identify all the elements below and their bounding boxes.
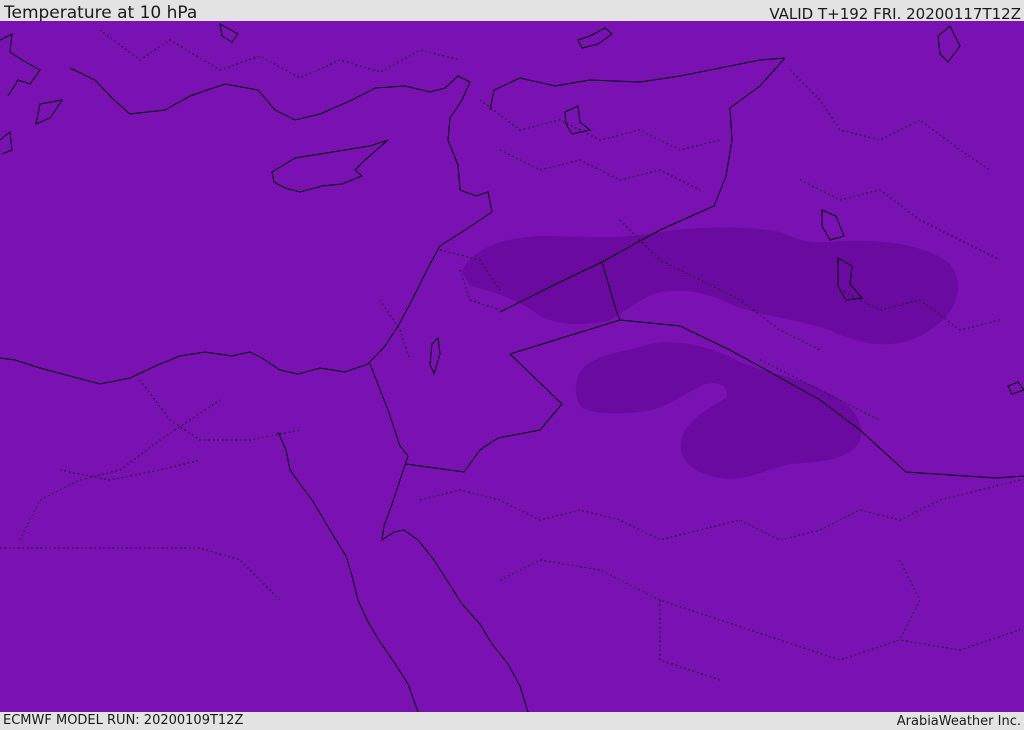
coastline-red-sea-east xyxy=(381,455,529,712)
lake-van xyxy=(564,105,592,135)
cold-region-south xyxy=(575,342,862,479)
model-run-label: ECMWF MODEL RUN: 20200109T12Z xyxy=(3,713,244,728)
map-title: Temperature at 10 hPa xyxy=(4,3,198,23)
internal-borders-turkey xyxy=(99,29,721,191)
coastline-turkey xyxy=(69,67,493,213)
credit-label: ArabiaWeather Inc. xyxy=(896,714,1021,729)
border-sinai xyxy=(369,363,409,457)
coastline-anatolia-north xyxy=(489,57,786,111)
header-bar: Temperature at 10 hPa VALID T+192 FRI. 2… xyxy=(0,0,1024,23)
cold-region-north xyxy=(462,227,959,345)
coastline-levant xyxy=(0,211,493,385)
coastline-dead-sea xyxy=(429,336,441,376)
weather-map[interactable] xyxy=(0,21,1024,712)
coastline-persian-gulf xyxy=(1007,381,1024,395)
coastline-aegean xyxy=(0,33,64,155)
internal-borders-saudi xyxy=(419,479,1021,681)
footer-bar: ECMWF MODEL RUN: 20200109T12Z ArabiaWeat… xyxy=(0,712,1024,729)
map-canvas xyxy=(0,23,1024,712)
coastline-islands xyxy=(219,23,961,63)
lake-urmia xyxy=(821,209,845,241)
coastline-cyprus xyxy=(271,139,389,193)
internal-borders-egypt xyxy=(0,379,301,601)
coastline-red-sea-west xyxy=(277,431,419,712)
